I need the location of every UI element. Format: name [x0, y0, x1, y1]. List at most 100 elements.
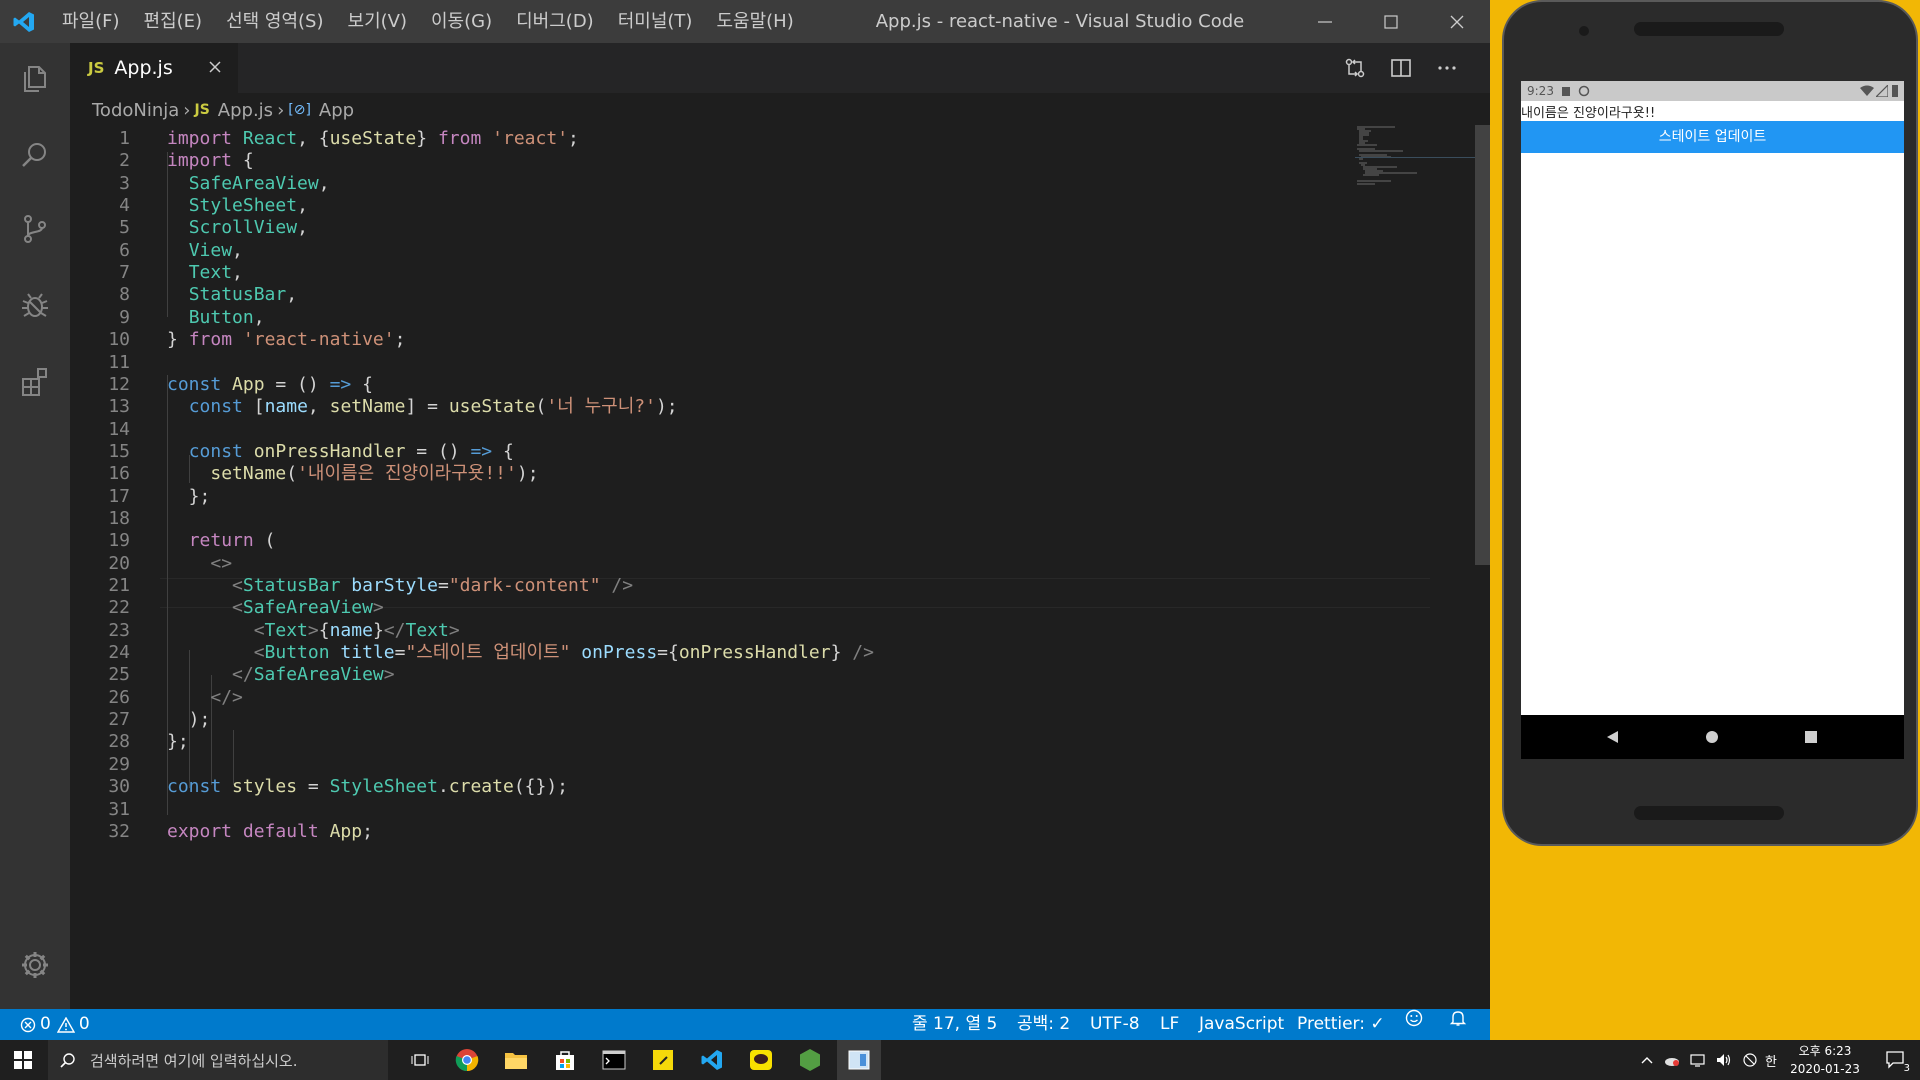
explorer-button[interactable] [13, 57, 57, 101]
window-controls [1292, 0, 1490, 43]
extensions-icon [22, 368, 47, 396]
input-method-button[interactable]: 한 [1760, 1040, 1782, 1080]
task-view-button[interactable] [400, 1040, 440, 1080]
problems-indicator[interactable]: 0 0 [20, 1009, 90, 1040]
cursor-position[interactable]: 줄 17, 열 5 [912, 1009, 997, 1040]
split-editor-icon [1391, 59, 1411, 77]
nav-back-button[interactable] [1583, 715, 1643, 759]
tab-label: App.js [114, 57, 173, 79]
bottom-speaker [1634, 806, 1784, 820]
code-text: }; [167, 485, 211, 507]
chevron-right-icon: › [277, 99, 285, 121]
status-bar: 0 0 줄 17, 열 5 공백: 2 UTF-8 LF JavaScript … [0, 1009, 1490, 1040]
menu-help[interactable]: 도움말(H) [704, 0, 805, 43]
windows-logo-icon [14, 1051, 32, 1069]
start-button[interactable] [0, 1040, 46, 1080]
menu-go[interactable]: 이동(G) [419, 0, 504, 43]
code-text: const styles = StyleSheet.create({}); [167, 776, 569, 798]
indentation[interactable]: 공백: 2 [1017, 1009, 1070, 1040]
taskbar-terminal[interactable] [592, 1040, 636, 1080]
network-button[interactable] [1686, 1040, 1710, 1080]
error-count: 0 [40, 1014, 51, 1034]
source-control-button[interactable] [13, 207, 57, 251]
home-circle-icon [1706, 731, 1718, 743]
vertical-scrollbar[interactable] [1475, 125, 1490, 1009]
notifications-button[interactable] [1449, 1009, 1467, 1027]
phone-screen: 9:23 내이름은 진양이라구욧!! 스테이트 업데이트 [1521, 81, 1904, 759]
minimize-button[interactable] [1292, 0, 1358, 43]
menu-selection[interactable]: 선택 영역(S) [214, 0, 335, 43]
action-center-button[interactable]: 3 [1878, 1040, 1914, 1080]
recents-square-icon [1805, 731, 1817, 743]
app-name-text: 내이름은 진양이라구욧!! [1521, 106, 1656, 121]
debug-button[interactable] [13, 283, 57, 327]
blocked-icon [1743, 1053, 1757, 1067]
tray-app-icon[interactable] [1660, 1040, 1684, 1080]
breadcrumb-folder[interactable]: TodoNinja [92, 100, 179, 121]
chrome-icon [455, 1049, 479, 1072]
menu-bar: 파일(F) 편집(E) 선택 영역(S) 보기(V) 이동(G) 디버그(D) … [50, 0, 806, 43]
clock-date: 2020-01-23 [1790, 1062, 1860, 1076]
menu-file[interactable]: 파일(F) [50, 0, 132, 43]
front-camera [1579, 26, 1589, 36]
debug-icon [22, 293, 48, 317]
taskbar-chrome[interactable] [445, 1040, 489, 1080]
sd-card-icon [1562, 87, 1570, 96]
menu-terminal[interactable]: 터미널(T) [606, 0, 705, 43]
menu-edit[interactable]: 편집(E) [132, 0, 215, 43]
taskbar-store[interactable] [543, 1040, 587, 1080]
code-editor[interactable]: 1 import React, {useState} from 'react'; 2… [70, 125, 1470, 1009]
extensions-button[interactable] [13, 359, 57, 403]
scrollbar-thumb[interactable] [1475, 125, 1490, 565]
menu-view[interactable]: 보기(V) [336, 0, 419, 43]
task-view-icon [411, 1054, 429, 1066]
minimap[interactable] [1355, 125, 1475, 185]
taskbar-emulator[interactable] [837, 1040, 881, 1080]
close-tab-icon[interactable] [206, 58, 224, 76]
show-hidden-icons-button[interactable] [1636, 1040, 1658, 1080]
maximize-button[interactable] [1358, 0, 1424, 43]
search-view-button[interactable] [13, 133, 57, 177]
title-bar: 파일(F) 편집(E) 선택 영역(S) 보기(V) 이동(G) 디버그(D) … [0, 0, 1490, 43]
activity-bar [0, 43, 70, 1009]
wifi-icon [1860, 85, 1874, 96]
warning-icon [56, 1016, 75, 1033]
terminal-icon [602, 1050, 626, 1070]
close-icon [1450, 15, 1464, 28]
nav-home-button[interactable] [1682, 715, 1742, 759]
taskbar-search-box[interactable]: 검색하려면 여기에 입력하십시오. [48, 1040, 388, 1080]
feedback-button[interactable] [1405, 1009, 1423, 1027]
manage-button[interactable] [13, 943, 57, 987]
top-speaker [1634, 22, 1784, 36]
state-update-button[interactable]: 스테이트 업데이트 [1521, 121, 1904, 153]
taskbar-clock[interactable]: 오후 6:23 2020-01-23 [1780, 1042, 1870, 1078]
nav-recents-button[interactable] [1781, 715, 1841, 759]
android-status-bar: 9:23 [1521, 81, 1904, 101]
notification-count-badge: 3 [1903, 1063, 1910, 1074]
taskbar-file-explorer[interactable] [494, 1040, 538, 1080]
menu-debug[interactable]: 디버그(D) [504, 0, 606, 43]
minimize-icon [1318, 20, 1332, 23]
split-editor-button[interactable] [1378, 43, 1424, 93]
clock-time: 오후 6:23 [1798, 1044, 1852, 1058]
tray-status-button[interactable] [1738, 1040, 1762, 1080]
tab-app-js[interactable]: JS App.js [70, 43, 238, 93]
kakaotalk-icon [750, 1050, 772, 1070]
taskbar-kakaotalk[interactable] [739, 1040, 783, 1080]
taskbar-vscode[interactable] [690, 1040, 734, 1080]
more-actions-button[interactable] [1424, 43, 1470, 93]
cloud-alert-icon [1665, 1058, 1679, 1066]
open-changes-button[interactable] [1332, 43, 1378, 93]
breadcrumb-file[interactable]: App.js [218, 100, 273, 121]
volume-button[interactable] [1712, 1040, 1736, 1080]
breadcrumb-symbol[interactable]: App [319, 100, 354, 121]
taskbar-nodejs[interactable] [788, 1040, 832, 1080]
code-text: } from 'react-native'; [167, 329, 406, 351]
taskbar-sticky-notes[interactable] [641, 1040, 685, 1080]
encoding[interactable]: UTF-8 [1090, 1009, 1140, 1040]
end-of-line[interactable]: LF [1160, 1009, 1179, 1040]
language-mode[interactable]: JavaScript [1199, 1009, 1284, 1040]
close-button[interactable] [1424, 0, 1490, 43]
editor-tabs: JS App.js [70, 43, 1490, 93]
prettier-status[interactable]: Prettier: ✓ [1297, 1009, 1385, 1040]
